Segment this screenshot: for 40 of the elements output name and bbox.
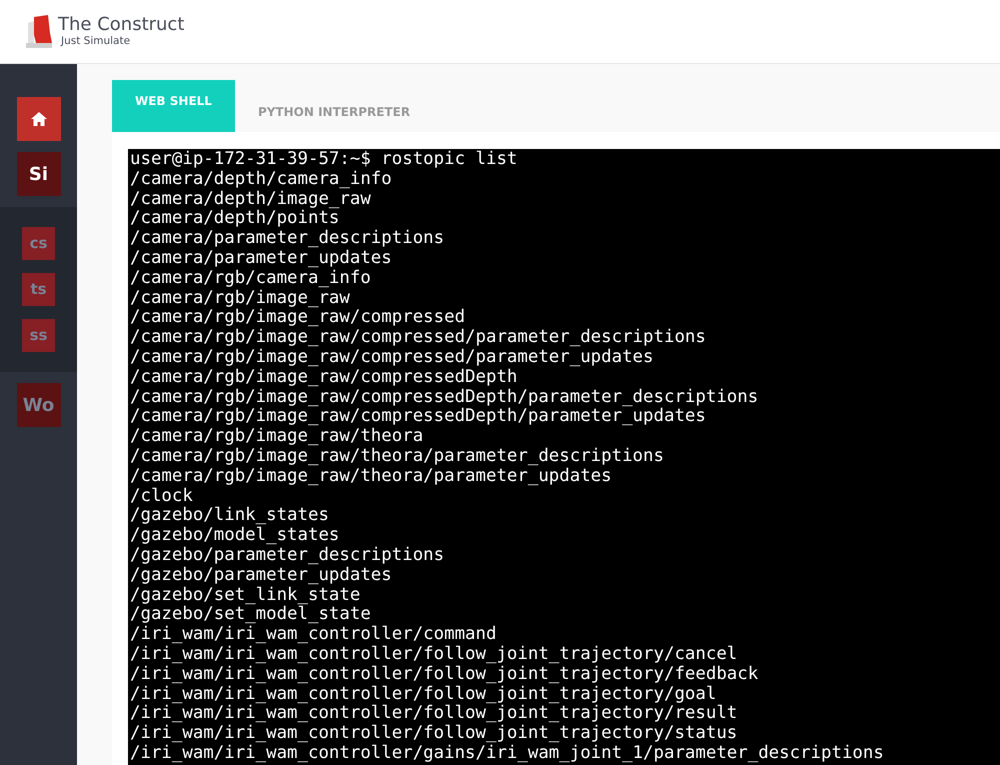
terminal-line: /clock (130, 486, 193, 506)
brand-tagline: Just Simulate (60, 36, 132, 47)
terminal-line: /camera/rgb/image_raw/compressedDepth/parameter_descriptions (130, 388, 758, 408)
terminal-line: /camera/parameter_updates (130, 248, 392, 269)
terminal-line: /camera/rgb/image_raw/compressed/parameter_updates (130, 348, 654, 368)
tab[interactable]: PYTHON INTERPRETER (234, 80, 434, 132)
terminal-line: /iri_wam/iri_wam_controller/follow_joint_trajectory/status (130, 724, 738, 744)
terminal-line: /camera/rgb/camera_info (130, 268, 371, 289)
terminal-line: /iri_wam/iri_wam_controller/follow_joint_trajectory/feedback (130, 664, 758, 685)
terminal-line: /camera/depth/camera_info (130, 170, 392, 190)
terminal-line: /camera/rgb/image_raw/compressedDepth/parameter_updates (130, 407, 706, 428)
sidebar-subitem[interactable]: ss (22, 319, 55, 352)
sidebar-item[interactable]: Wo (16, 383, 60, 427)
terminal-line: /gazebo/link_states (130, 506, 329, 526)
terminal-line: /gazebo/parameter_descriptions (130, 546, 444, 566)
terminal-line: /iri_wam/iri_wam_controller/command (130, 625, 496, 645)
terminal-line: /camera/depth/image_raw (130, 190, 371, 210)
terminal-line: /camera/rgb/image_raw/compressed/parameter_descriptions (130, 328, 706, 348)
sidebar-subitem[interactable]: cs (22, 227, 55, 260)
terminal-line: user@ip-172-31-39-57:~$ rostopic list (130, 150, 518, 170)
terminal-line: /gazebo/set_link_state (130, 586, 360, 606)
terminal-line: /iri_wam/iri_wam_controller/follow_joint_trajectory/goal (130, 684, 716, 704)
terminal-line: /camera/rgb/image_raw/theora (130, 427, 424, 447)
sidebar-item[interactable]: Si (16, 152, 60, 196)
terminal-line: /camera/depth/points (130, 209, 340, 230)
terminal-line: /camera/parameter_descriptions (130, 229, 444, 249)
terminal-line: /gazebo/set_model_state (130, 605, 371, 626)
terminal-line: /camera/rgb/image_raw/theora/parameter_updates (130, 466, 612, 487)
terminal-line: /camera/rgb/image_raw (130, 288, 350, 308)
tab[interactable]: WEB SHELL (112, 80, 235, 132)
terminal-line: /gazebo/parameter_updates (130, 566, 392, 586)
terminal-line: /camera/rgb/image_raw/theora/parameter_descriptions (130, 446, 664, 467)
brand-name: The Construct (58, 16, 184, 34)
terminal-line: /iri_wam/iri_wam_controller/gains/iri_wam_joint_1/parameter_descriptions (130, 744, 884, 764)
terminal-line: /iri_wam/iri_wam_controller/follow_joint_trajectory/cancel (130, 644, 738, 665)
terminal-line: /iri_wam/iri_wam_controller/follow_joint_trajectory/result (130, 704, 738, 724)
sidebar-subitem[interactable]: ts (22, 273, 55, 306)
terminal-line: /camera/rgb/image_raw/compressed (130, 308, 466, 328)
terminal-line: /gazebo/model_states (130, 526, 340, 546)
terminal-line: /camera/rgb/image_raw/compressedDepth (130, 368, 518, 388)
